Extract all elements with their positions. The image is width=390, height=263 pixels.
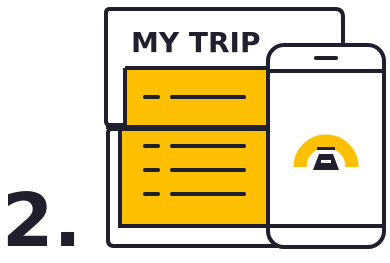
document-title: MY TRIP [131,26,261,59]
smartphone-icon [266,43,386,249]
step-number: 2. [2,178,82,263]
trip-step-illustration: 2. MY TRIP [2,7,386,263]
